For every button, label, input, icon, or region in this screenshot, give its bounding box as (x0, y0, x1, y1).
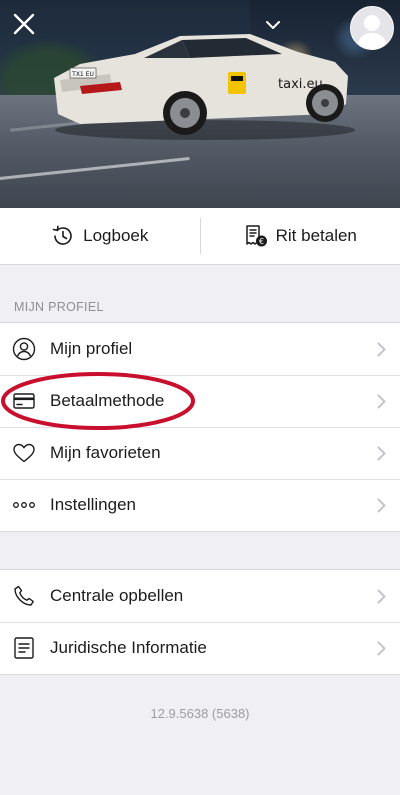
list-item-label: Juridische Informatie (50, 638, 207, 657)
list-item-label: Mijn profiel (50, 339, 133, 358)
chevron-right-icon (377, 589, 386, 604)
list-item-mijn-profiel[interactable]: Mijn profiel (0, 323, 400, 375)
profile-list: Mijn profiel Betaalmethode Mijn favoriet… (0, 322, 400, 532)
document-icon (12, 636, 36, 660)
chevron-right-icon (377, 394, 386, 409)
phone-icon (12, 584, 36, 608)
more-dots-icon (12, 493, 36, 517)
list-item-juridische-informatie[interactable]: Juridische Informatie (0, 622, 400, 674)
hero-banner: TX1 EU taxi.eu (0, 0, 400, 208)
list-item-betaalmethode[interactable]: Betaalmethode (0, 375, 400, 427)
user-avatar-icon (351, 7, 393, 49)
user-icon (12, 337, 36, 361)
list-item-label: Instellingen (50, 495, 137, 514)
avatar[interactable] (350, 6, 394, 50)
app-version: 12.9.5638 (5638) (150, 706, 250, 721)
taxi-car-image: TX1 EU taxi.eu (54, 34, 355, 140)
chevron-right-icon (377, 446, 386, 461)
chevron-down-icon (266, 21, 280, 29)
receipt-euro-icon: € (245, 225, 267, 247)
history-icon (52, 225, 72, 245)
logbook-label: Logboek (83, 226, 149, 245)
logbook-button[interactable]: Logboek (0, 208, 200, 264)
list-item-mijn-favorieten[interactable]: Mijn favorieten (0, 427, 400, 479)
account-switch-button[interactable] (262, 16, 284, 34)
list-item-instellingen[interactable]: Instellingen (0, 479, 400, 531)
svg-text:€: € (259, 237, 264, 246)
car-plate: TX1 EU (71, 71, 94, 78)
pay-ride-label: Rit betalen (275, 226, 357, 245)
pay-ride-button[interactable]: € Rit betalen (201, 208, 400, 264)
heart-icon (12, 441, 36, 465)
chevron-right-icon (377, 498, 386, 513)
close-button[interactable] (8, 8, 40, 40)
chevron-right-icon (377, 641, 386, 656)
support-list: Centrale opbellen Juridische Informatie (0, 569, 400, 675)
list-item-label: Centrale opbellen (50, 586, 184, 605)
section-title-profile: MIJN PROFIEL (14, 300, 104, 314)
list-item-label: Mijn favorieten (50, 443, 161, 462)
close-icon (13, 13, 35, 35)
list-item-label: Betaalmethode (50, 391, 165, 410)
chevron-right-icon (377, 342, 386, 357)
credit-card-icon (12, 389, 36, 413)
list-item-centrale-opbellen[interactable]: Centrale opbellen (0, 570, 400, 622)
action-bar: Logboek € Rit betalen (0, 208, 400, 265)
